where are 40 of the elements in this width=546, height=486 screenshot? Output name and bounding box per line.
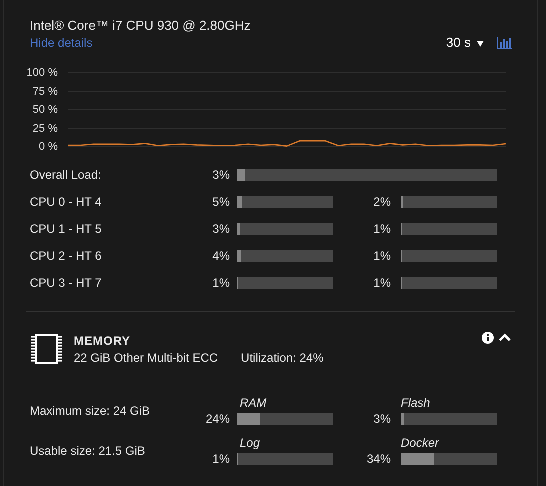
row-label: CPU 3 - HT 7 — [30, 275, 103, 292]
axis-label: 25 % — [32, 122, 58, 136]
load-reading: 1% — [212, 275, 230, 292]
bar-chart-icon[interactable] — [497, 37, 512, 49]
size-label: Maximum size: 24 GiB — [30, 403, 152, 420]
load-reading: 1% — [372, 248, 391, 265]
axis-label: 0 % — [39, 140, 58, 154]
row-label: CPU 2 - HT 6 — [30, 248, 103, 265]
row-label: Overall Load: — [30, 167, 102, 184]
interval-dropdown[interactable]: 30 s — [446, 33, 484, 53]
load-reading: 3% — [212, 221, 230, 238]
load-reading: 3% — [212, 167, 230, 184]
chevron-up-icon[interactable] — [499, 333, 511, 343]
row-label: CPU 1 - HT 5 — [30, 221, 103, 238]
meter-reading: 1% — [212, 451, 230, 468]
utilization-text: Utilization: 24% — [241, 350, 324, 366]
load-reading: 5% — [212, 194, 230, 211]
load-reading: 2% — [372, 194, 391, 211]
info-icon[interactable] — [482, 332, 494, 344]
meter-name: Docker — [401, 436, 440, 450]
cpu-title: Intel® Core™ i7 CPU 930 @ 2.80GHz — [30, 18, 252, 34]
meter-reading: 24% — [204, 411, 230, 428]
meter-name: Log — [240, 436, 262, 450]
memory-title: MEMORY — [74, 333, 132, 349]
axis-label: 100 % — [26, 66, 58, 80]
row-label: CPU 0 - HT 4 — [30, 194, 103, 211]
size-label: Usable size: 21.5 GiB — [30, 443, 146, 460]
load-reading: 1% — [372, 221, 391, 238]
axis-label: 75 % — [32, 84, 58, 98]
load-reading: 4% — [212, 248, 230, 265]
axis-label: 50 % — [32, 103, 58, 117]
load-reading: 1% — [372, 275, 391, 292]
caret-down-icon — [477, 40, 484, 46]
meter-name: Flash — [401, 396, 432, 410]
meter-reading: 3% — [372, 411, 391, 428]
memory-chip-icon — [30, 334, 63, 364]
hide-details-link[interactable]: Hide details — [30, 34, 93, 52]
memory-description: 22 GiB Other Multi-bit ECC — [74, 350, 218, 366]
meter-name: RAM — [240, 396, 268, 410]
meter-reading: 34% — [366, 451, 391, 468]
